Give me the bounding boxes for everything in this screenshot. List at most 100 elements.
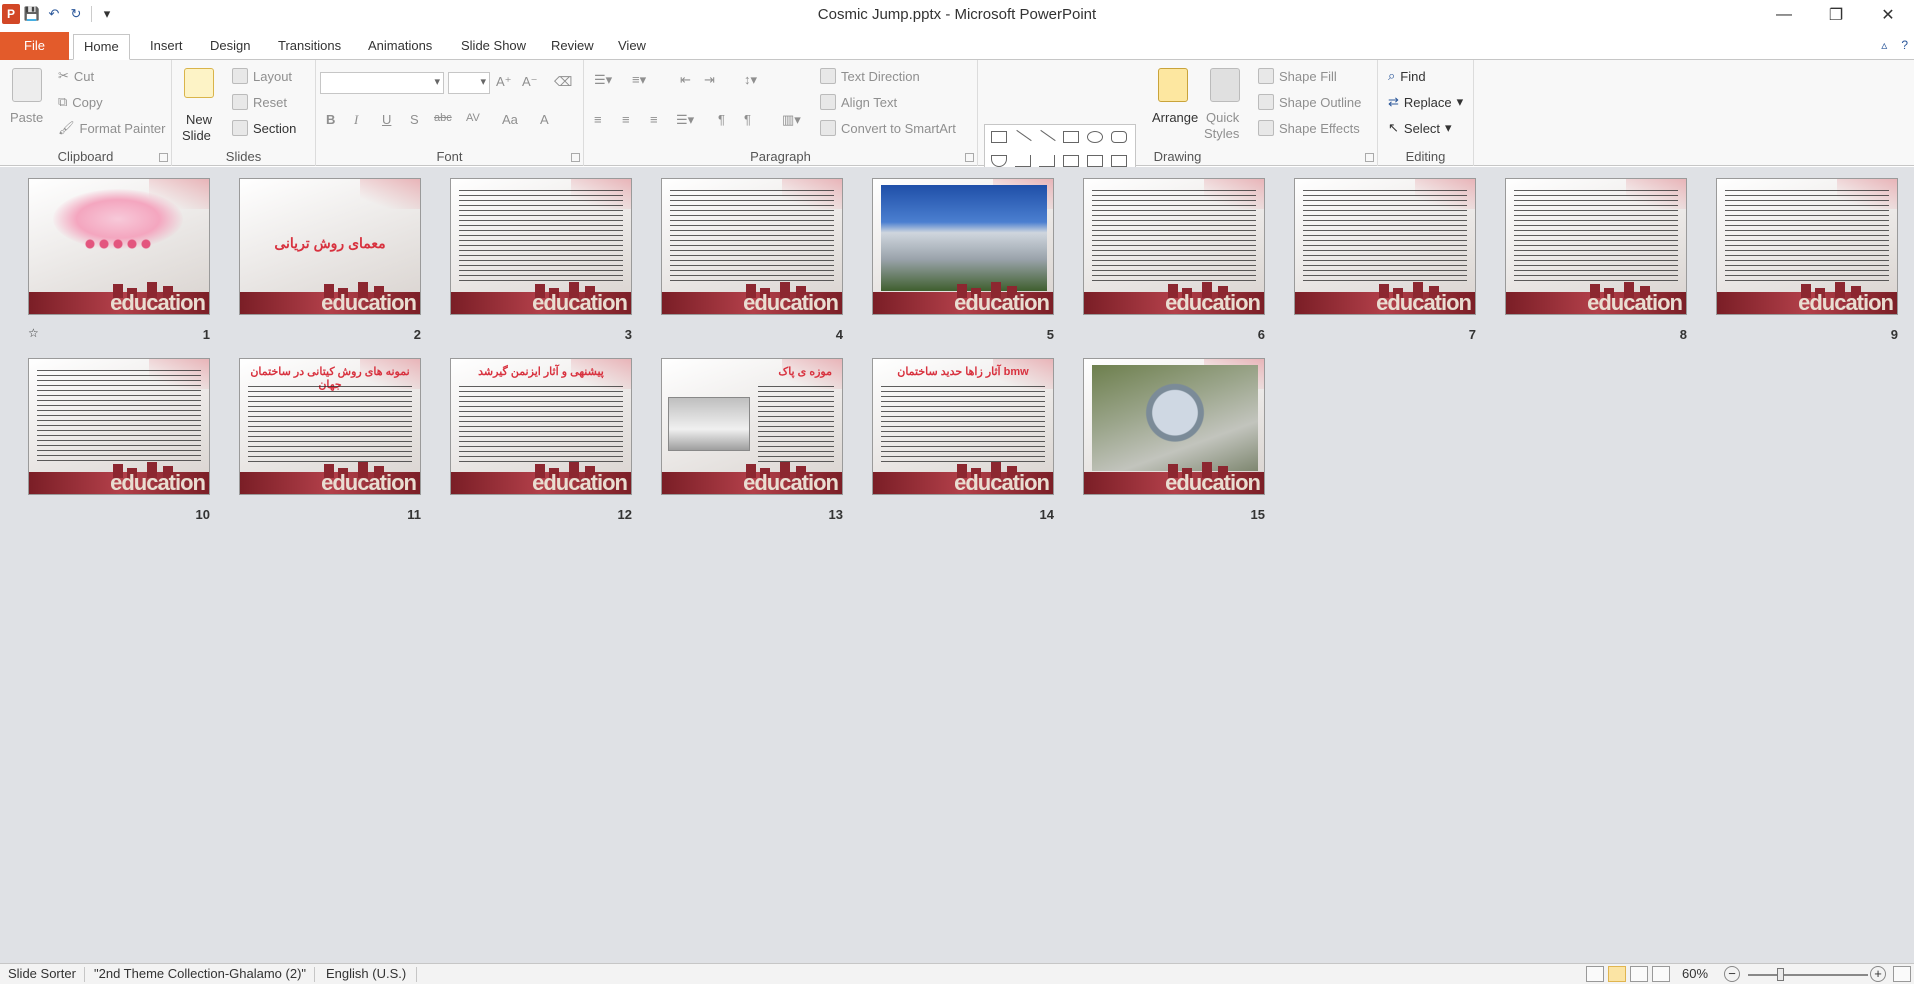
elbow-connector-icon[interactable] — [1015, 155, 1031, 167]
increase-indent-icon[interactable]: ⇥ — [704, 72, 715, 88]
tab-review[interactable]: Review — [541, 34, 604, 60]
layout-button[interactable]: Layout — [232, 68, 292, 84]
bold-button[interactable]: B — [326, 112, 335, 127]
zoom-level[interactable]: 60% — [1682, 966, 1708, 981]
tab-animations[interactable]: Animations — [358, 34, 442, 60]
character-spacing-button[interactable]: AV — [466, 112, 480, 124]
slide-thumbnail[interactable]: education — [1294, 178, 1476, 315]
ltr-icon[interactable]: ¶ — [718, 112, 725, 127]
tab-file[interactable]: File — [0, 32, 69, 60]
align-text-button[interactable]: Align Text — [820, 94, 897, 110]
slide-thumbnail[interactable]: education — [28, 358, 210, 495]
shape-effects-button[interactable]: Shape Effects — [1258, 120, 1360, 136]
format-painter-button[interactable]: 🖌 Format Painter — [58, 120, 166, 136]
tab-view[interactable]: View — [608, 34, 656, 60]
elbow-arrow-icon[interactable] — [1039, 155, 1055, 167]
slide-thumbnail[interactable]: education — [1083, 358, 1265, 495]
tab-home[interactable]: Home — [73, 34, 130, 60]
zoom-out-button[interactable]: − — [1724, 966, 1740, 982]
change-case-button[interactable]: Aa — [502, 112, 518, 127]
slide-sorter-pane[interactable]: education ☆ 1 معمای روش تریانی education 2 edu… — [0, 167, 1914, 963]
new-slide-button-line1[interactable]: New — [186, 112, 212, 127]
minimize-button[interactable]: — — [1758, 0, 1810, 30]
zoom-slider-handle[interactable] — [1777, 968, 1784, 981]
slide-thumbnail[interactable]: معمای روش تریانی education — [239, 178, 421, 315]
slide-thumbnail[interactable]: education — [28, 178, 210, 315]
quick-styles-icon[interactable] — [1210, 68, 1240, 102]
paragraph-launcher-icon[interactable] — [965, 153, 974, 162]
slide-thumbnail[interactable]: education — [1083, 178, 1265, 315]
tab-design[interactable]: Design — [200, 34, 260, 60]
slide-thumbnail[interactable]: education — [1716, 178, 1898, 315]
slide-sorter-view-button[interactable] — [1608, 966, 1626, 982]
text-direction-button[interactable]: Text Direction — [820, 68, 920, 84]
font-launcher-icon[interactable] — [571, 153, 580, 162]
drawing-launcher-icon[interactable] — [1365, 153, 1374, 162]
slide-show-button[interactable] — [1652, 966, 1670, 982]
align-left-icon[interactable]: ≡ — [594, 112, 602, 127]
justify-icon[interactable]: ☰▾ — [676, 112, 694, 128]
shrink-font-button[interactable]: A⁻ — [522, 74, 538, 90]
select-button[interactable]: ↖ Select ▾ — [1388, 120, 1452, 136]
rectangle-shape-icon[interactable] — [1063, 131, 1079, 143]
align-center-icon[interactable]: ≡ — [622, 112, 630, 127]
tab-transitions[interactable]: Transitions — [268, 34, 351, 60]
quick-styles-button-line2[interactable]: Styles — [1204, 126, 1239, 141]
font-name-combo[interactable] — [320, 72, 444, 94]
fit-to-window-button[interactable] — [1893, 966, 1911, 982]
triangle-shape-icon[interactable] — [991, 155, 1007, 167]
down-arrow-shape-icon[interactable] — [1087, 155, 1103, 167]
right-arrow-shape-icon[interactable] — [1063, 155, 1079, 167]
line-spacing-icon[interactable]: ↕▾ — [744, 72, 757, 88]
oval-shape-icon[interactable] — [1087, 131, 1103, 143]
numbering-icon[interactable]: ≡▾ — [632, 72, 646, 88]
slide-thumbnail[interactable]: نمونه های روش کیتانی در ساختمان جهانeduc… — [239, 358, 421, 495]
shape-fill-button[interactable]: Shape Fill — [1258, 68, 1337, 84]
section-button[interactable]: Section — [232, 120, 296, 136]
decrease-indent-icon[interactable]: ⇤ — [680, 72, 691, 88]
arrange-icon[interactable] — [1158, 68, 1188, 102]
slide-thumbnail[interactable]: education — [450, 178, 632, 315]
convert-smartart-button[interactable]: Convert to SmartArt — [820, 120, 956, 136]
slide-thumbnail[interactable]: education — [661, 178, 843, 315]
arrange-button[interactable]: Arrange — [1152, 110, 1198, 125]
quick-styles-button-line1[interactable]: Quick — [1206, 110, 1239, 125]
bullets-icon[interactable]: ☰▾ — [594, 72, 612, 88]
help-icon[interactable]: ? — [1901, 38, 1908, 52]
cut-button[interactable]: ✂ Cut — [58, 68, 94, 84]
textbox-shape-icon[interactable] — [991, 131, 1007, 143]
slide-thumbnail[interactable]: education — [872, 178, 1054, 315]
rtl-icon[interactable]: ¶ — [744, 112, 751, 127]
strikethrough-button[interactable]: abc — [434, 112, 452, 124]
underline-button[interactable]: U — [382, 112, 391, 127]
reset-button[interactable]: Reset — [232, 94, 287, 110]
clear-formatting-icon[interactable]: ⌫ — [554, 74, 572, 90]
clipboard-launcher-icon[interactable] — [159, 153, 168, 162]
replace-button[interactable]: ⇄ Replace ▾ — [1388, 94, 1463, 110]
shape-outline-button[interactable]: Shape Outline — [1258, 94, 1361, 110]
flowchart-shape-icon[interactable] — [1111, 155, 1127, 167]
slide-thumbnail[interactable]: موزه ی پاک education — [661, 358, 843, 495]
grow-font-button[interactable]: A⁺ — [496, 74, 512, 90]
align-right-icon[interactable]: ≡ — [650, 112, 658, 127]
font-color-button[interactable]: A — [540, 112, 549, 127]
new-slide-button-line2[interactable]: Slide — [182, 128, 211, 143]
new-slide-icon[interactable] — [184, 68, 214, 98]
arrow-shape-icon[interactable] — [1040, 129, 1056, 142]
slide-thumbnail[interactable]: آثار زاها حدید ساختمان bmw education — [872, 358, 1054, 495]
status-language[interactable]: English (U.S.) — [326, 966, 406, 981]
slide-thumbnail[interactable]: education — [1505, 178, 1687, 315]
paste-button[interactable]: Paste — [10, 110, 43, 125]
shadow-button[interactable]: S — [410, 112, 419, 127]
tab-insert[interactable]: Insert — [140, 34, 193, 60]
zoom-in-button[interactable]: + — [1870, 966, 1886, 982]
paste-icon[interactable] — [12, 68, 42, 102]
columns-icon[interactable]: ▥▾ — [782, 112, 801, 128]
reading-view-button[interactable] — [1630, 966, 1648, 982]
minimize-ribbon-icon[interactable]: ▵ — [1881, 38, 1887, 52]
font-size-combo[interactable] — [448, 72, 490, 94]
tab-slide-show[interactable]: Slide Show — [451, 34, 536, 60]
rounded-rect-shape-icon[interactable] — [1111, 131, 1127, 143]
slide-thumbnail[interactable]: پیشنهی و آثار ایزنمن گیرشد education — [450, 358, 632, 495]
copy-button[interactable]: ⧉ Copy — [58, 94, 103, 110]
